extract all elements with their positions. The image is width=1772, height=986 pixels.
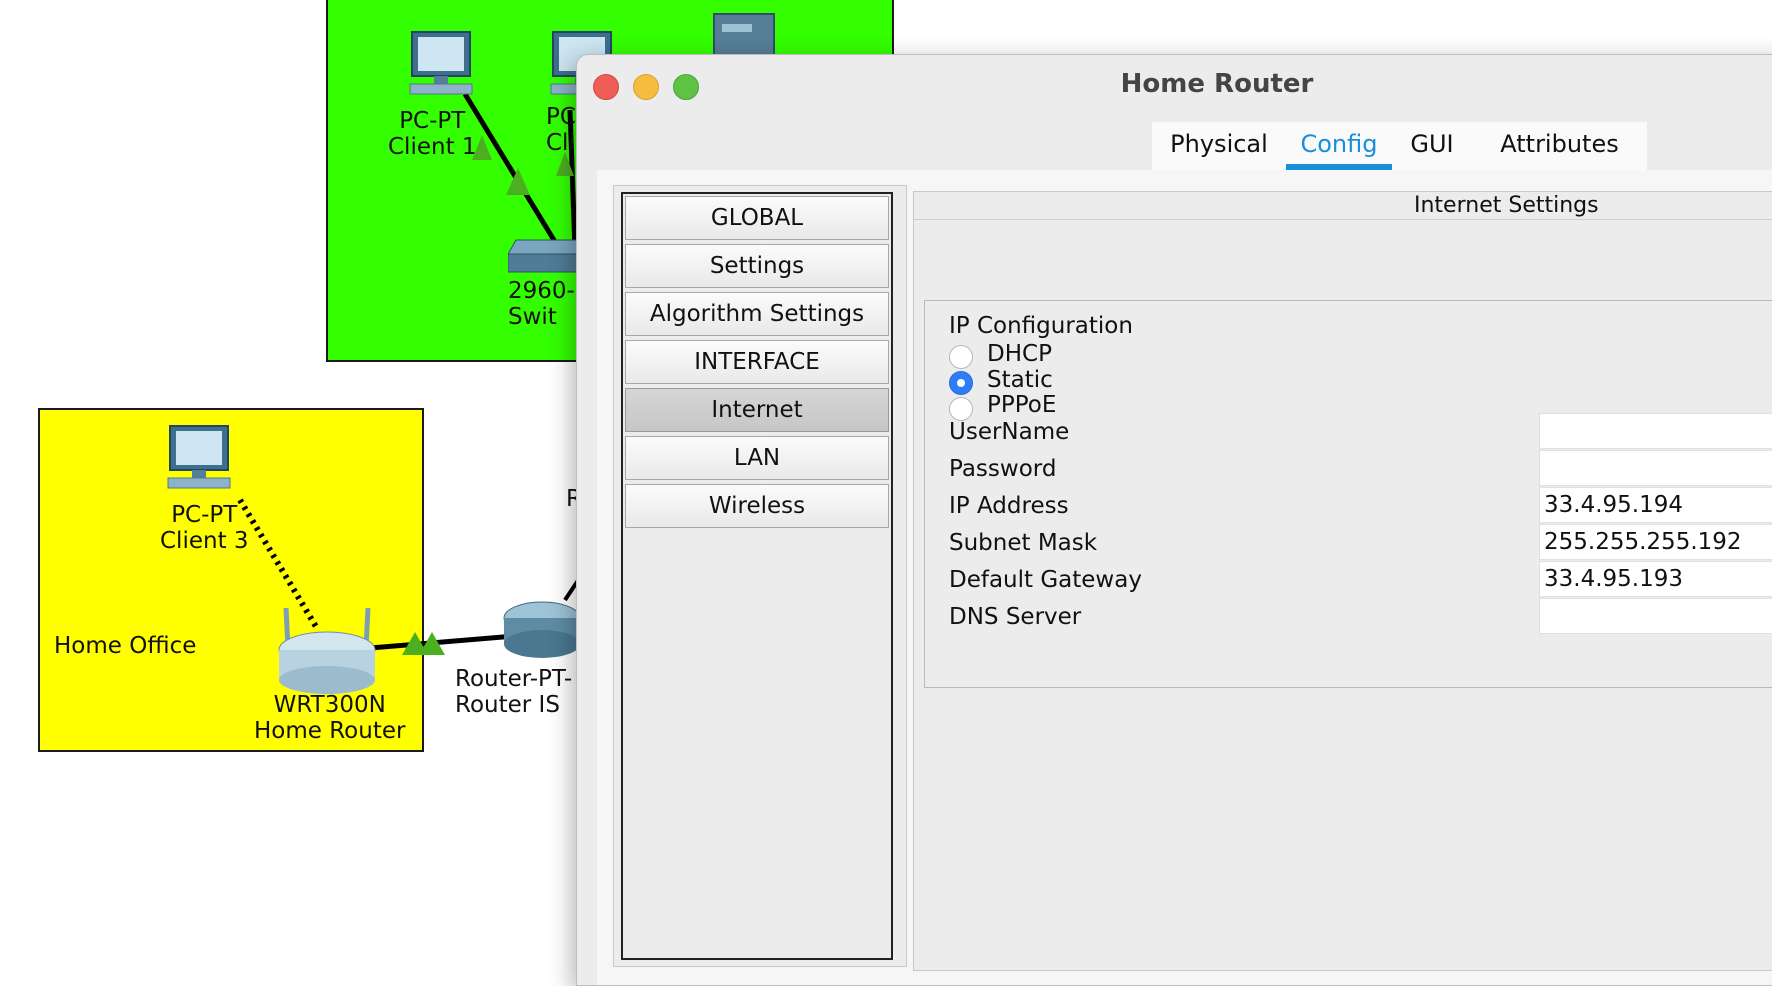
password-label: Password (949, 456, 1057, 482)
radio-static-label[interactable]: Static (987, 367, 1053, 393)
radio-dhcp-label[interactable]: DHCP (987, 341, 1052, 367)
panel-title: Internet Settings (1414, 193, 1599, 218)
internet-settings-panel: Internet Settings IP Configuration DHCP … (913, 191, 1772, 971)
isp-router-icon[interactable] (502, 600, 582, 664)
subnet-mask-label: Subnet Mask (949, 530, 1098, 556)
tab-gui[interactable]: GUI (1392, 122, 1472, 170)
nav-algorithm-settings[interactable]: Algorithm Settings (625, 292, 889, 336)
radio-static[interactable] (949, 371, 973, 395)
client2-label: PC Cli (546, 104, 576, 156)
isp-router-label: Router-PT- Router IS (455, 666, 573, 718)
radio-dhcp[interactable] (949, 345, 973, 369)
ip-address-label: IP Address (949, 493, 1069, 519)
tab-attributes[interactable]: Attributes (1472, 122, 1647, 170)
config-nav-list[interactable]: GLOBAL Settings Algorithm Settings INTER… (621, 192, 893, 960)
radio-pppoe[interactable] (949, 397, 973, 421)
nav-interface[interactable]: INTERFACE (625, 340, 889, 384)
client3-label: PC-PT Client 3 (160, 502, 249, 554)
dns-server-label: DNS Server (949, 604, 1082, 630)
ip-configuration-group: IP Configuration DHCP Static PPPoE UserN… (924, 300, 1772, 688)
nav-wireless[interactable]: Wireless (625, 484, 889, 528)
nav-lan[interactable]: LAN (625, 436, 889, 480)
default-gateway-label: Default Gateway (949, 567, 1142, 593)
radio-pppoe-label[interactable]: PPPoE (987, 392, 1056, 418)
switch-label: 2960- Swit (508, 278, 575, 330)
password-field[interactable] (1539, 450, 1772, 486)
panel-header: Internet Settings (914, 192, 1772, 220)
link-home-isp (369, 633, 516, 651)
ip-config-label: IP Configuration (949, 313, 1133, 339)
window-title: Home Router (1120, 69, 1314, 99)
tab-config[interactable]: Config (1286, 122, 1392, 170)
wireless-router-icon[interactable] (276, 608, 376, 694)
link-indicator-2 (506, 168, 530, 195)
nav-settings[interactable]: Settings (625, 244, 889, 288)
home-router-label: WRT300N Home Router (254, 692, 406, 744)
nav-global[interactable]: GLOBAL (625, 196, 889, 240)
device-config-window: Home Router Physical Config GUI Attribut… (576, 54, 1772, 986)
server-icon[interactable] (712, 10, 780, 58)
ip-address-field[interactable]: 33.4.95.194 (1539, 487, 1772, 523)
tab-bar: Physical Config GUI Attributes (1152, 122, 1647, 170)
tab-physical[interactable]: Physical (1152, 122, 1286, 170)
dns-server-field[interactable] (1539, 598, 1772, 634)
tab-config-label: Config (1300, 130, 1378, 158)
window-titlebar[interactable]: Home Router (577, 55, 1772, 113)
active-tab-indicator (1286, 164, 1392, 170)
nav-internet[interactable]: Internet (625, 388, 889, 432)
client1-label: PC-PT Client 1 (388, 108, 477, 160)
username-field[interactable] (1539, 413, 1772, 449)
pc-client1-icon[interactable] (404, 30, 480, 102)
default-gateway-field[interactable]: 33.4.95.193 (1539, 561, 1772, 597)
pc-client3-icon[interactable] (160, 424, 240, 498)
username-label: UserName (949, 419, 1070, 445)
subnet-mask-field[interactable]: 255.255.255.192 (1539, 524, 1772, 560)
